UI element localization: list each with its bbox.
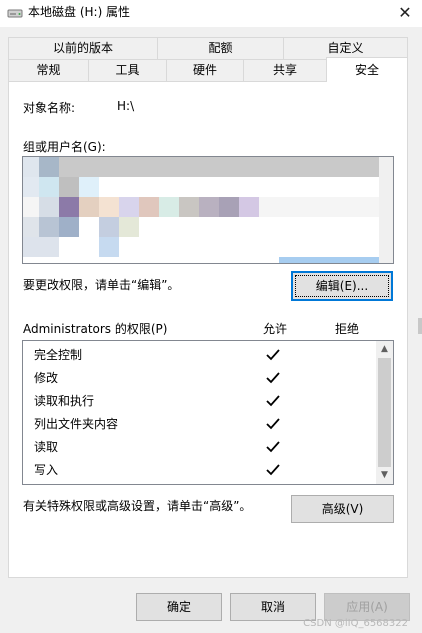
- permissions-header: Administrators 的权限(P): [23, 322, 168, 336]
- window-title: 本地磁盘 (H:) 属性: [28, 5, 131, 19]
- blurred-cell: [119, 217, 139, 237]
- allow-check-icon: [266, 395, 280, 407]
- blurred-cell: [99, 237, 119, 257]
- blurred-cell: [239, 197, 259, 217]
- tab-sharing[interactable]: 共享: [243, 59, 327, 81]
- blurred-cell: [99, 197, 119, 217]
- object-name-value: H:\: [117, 99, 135, 113]
- blurred-cell: [23, 237, 59, 257]
- watermark: CSDN @lIQ_6568322: [303, 618, 408, 629]
- tab-hardware[interactable]: 硬件: [166, 59, 244, 81]
- scroll-thumb[interactable]: [378, 358, 391, 467]
- blurred-cell: [59, 217, 79, 237]
- allow-check-icon: [266, 418, 280, 430]
- user-list-scrollbar[interactable]: [379, 157, 393, 263]
- blurred-cell: [179, 197, 199, 217]
- advanced-button[interactable]: 高级(V): [291, 495, 394, 523]
- edit-button-label: 编辑(E)...: [315, 279, 369, 293]
- permission-name: 读取和执行: [34, 394, 95, 408]
- cancel-button[interactable]: 取消: [230, 593, 316, 621]
- blurred-cell: [199, 197, 219, 217]
- edit-button[interactable]: 编辑(E)...: [291, 271, 393, 301]
- blurred-row: [23, 157, 379, 177]
- allow-check-icon: [266, 464, 280, 476]
- permission-name: 完全控制: [34, 348, 83, 362]
- blurred-cell: [59, 177, 79, 197]
- column-allow: 允许: [263, 322, 288, 336]
- scroll-down-icon[interactable]: ▼: [376, 467, 393, 484]
- blurred-cell: [59, 197, 79, 217]
- security-panel: 对象名称: H:\ 组或用户名(G): 要更改权限，请单击“编辑”。 编辑(E)…: [8, 81, 408, 578]
- blurred-cell: [139, 197, 159, 217]
- blurred-cell: [119, 197, 139, 217]
- blurred-cell: [159, 197, 179, 217]
- permissions-scrollbar[interactable]: ▲ ▼: [376, 341, 393, 484]
- tab-previous-versions[interactable]: 以前的版本: [8, 37, 158, 59]
- allow-check-icon: [266, 372, 280, 384]
- blurred-cell: [39, 157, 59, 177]
- blurred-cell: [219, 197, 239, 217]
- permission-name: 读取: [34, 440, 59, 454]
- allow-check-icon: [266, 349, 280, 361]
- group-user-label: 组或用户名(G):: [23, 140, 106, 154]
- tab-security[interactable]: 安全: [326, 57, 408, 82]
- tab-general[interactable]: 常规: [8, 59, 89, 81]
- blurred-cell: [79, 177, 99, 197]
- blurred-cell: [99, 217, 119, 237]
- blurred-cell: [39, 217, 59, 237]
- tab-tools[interactable]: 工具: [88, 59, 167, 81]
- blurred-cell: [23, 157, 39, 177]
- window-edge: [418, 318, 422, 334]
- user-list[interactable]: [22, 156, 394, 264]
- apply-button[interactable]: 应用(A): [324, 593, 410, 621]
- permission-name: 写入: [34, 463, 59, 477]
- drive-icon: [7, 9, 23, 18]
- tab-quota[interactable]: 配额: [157, 37, 284, 59]
- change-permissions-hint: 要更改权限，请单击“编辑”。: [23, 278, 180, 292]
- permission-name: 修改: [34, 371, 59, 385]
- tab-customize[interactable]: 自定义: [283, 37, 408, 59]
- permission-name: 列出文件夹内容: [34, 417, 119, 431]
- allow-check-icon: [266, 441, 280, 453]
- column-deny: 拒绝: [335, 322, 360, 336]
- blurred-cell: [79, 197, 99, 217]
- close-icon[interactable]: ✕: [394, 2, 416, 24]
- blurred-cell: [39, 197, 59, 217]
- permissions-list: 完全控制 修改 读取和执行 列出文件夹内容 读取 写入 ▲ ▼: [22, 340, 394, 485]
- object-name-label: 对象名称:: [23, 101, 76, 115]
- blurred-cell: [23, 217, 39, 237]
- advanced-hint: 有关特殊权限或高级设置，请单击“高级”。: [23, 499, 252, 513]
- blurred-cell: [23, 177, 39, 197]
- ok-button[interactable]: 确定: [136, 593, 222, 621]
- blurred-cell: [279, 257, 379, 263]
- scroll-up-icon[interactable]: ▲: [376, 341, 393, 358]
- title-bar: 本地磁盘 (H:) 属性 ✕: [0, 0, 422, 27]
- blurred-cell: [39, 177, 59, 197]
